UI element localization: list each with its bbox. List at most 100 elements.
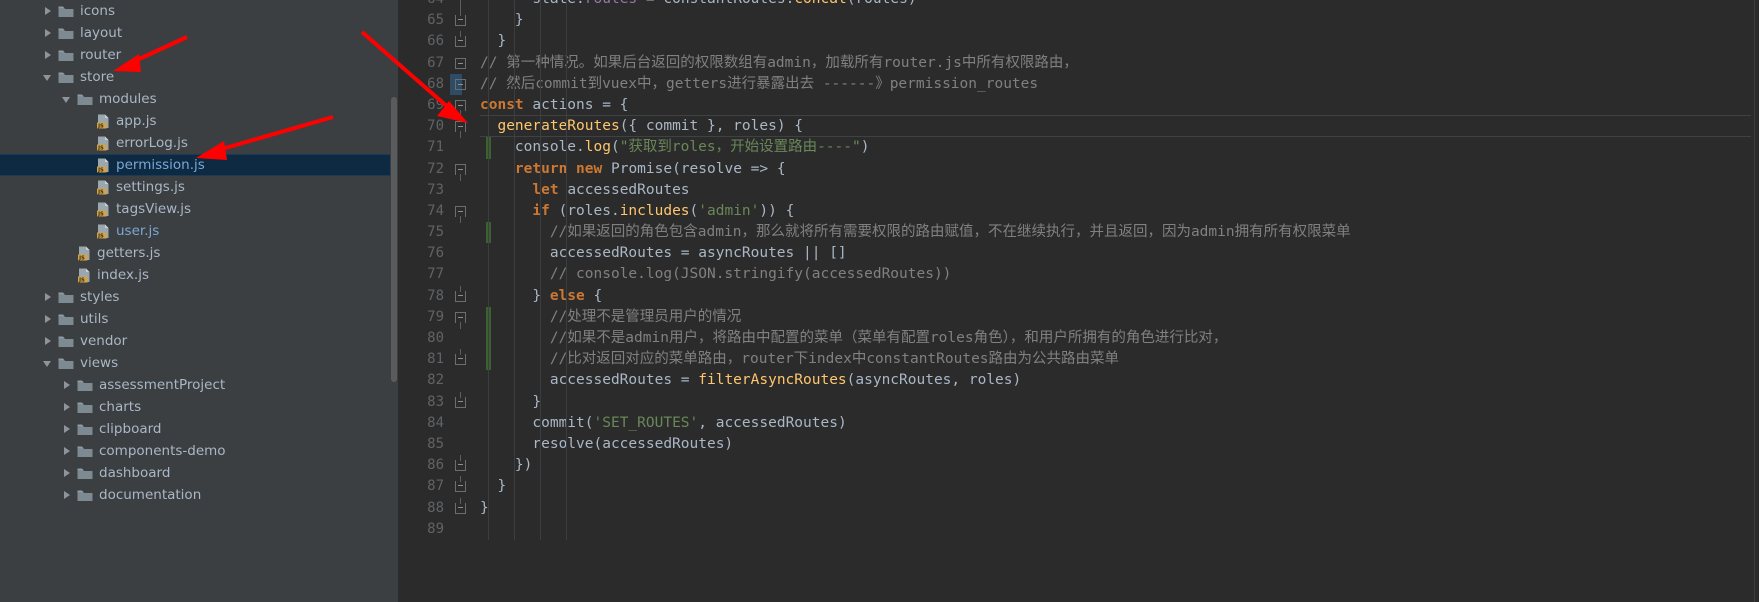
code-line[interactable]: 66 } bbox=[398, 31, 1759, 53]
code-line[interactable]: 67 // 第一种情况。如果后台返回的权限数组有admin，加载所有router.… bbox=[398, 52, 1759, 74]
code-line[interactable]: 68 // 然后commit到vuex中，getters进行暴露出去 ------… bbox=[398, 73, 1759, 95]
gutter-markers[interactable] bbox=[450, 53, 476, 74]
code-fold-toggle-icon[interactable] bbox=[455, 78, 466, 90]
tree-item-documentation[interactable]: documentation bbox=[0, 484, 390, 506]
chevron-down-icon[interactable] bbox=[43, 72, 54, 83]
code-content-area[interactable]: 64 state.routes = constantRoutes.concat(… bbox=[398, 0, 1759, 602]
gutter-markers[interactable] bbox=[450, 201, 476, 223]
tree-item-settings-js[interactable]: JS settings.js bbox=[0, 176, 390, 198]
code-line[interactable]: 64 state.routes = constantRoutes.concat(… bbox=[398, 0, 1759, 11]
code-fold-toggle-icon[interactable] bbox=[455, 460, 466, 472]
gutter-markers[interactable] bbox=[450, 73, 476, 95]
code-line[interactable]: 73 let accessedRoutes bbox=[398, 179, 1759, 201]
chevron-right-icon[interactable] bbox=[62, 402, 73, 413]
code-fold-toggle-icon[interactable] bbox=[455, 481, 466, 493]
gutter-markers[interactable] bbox=[450, 159, 476, 181]
chevron-right-icon[interactable] bbox=[62, 446, 73, 457]
gutter-markers[interactable] bbox=[450, 95, 476, 117]
code-line[interactable]: 88} bbox=[398, 497, 1759, 519]
gutter-markers[interactable] bbox=[450, 434, 476, 455]
chevron-right-icon[interactable] bbox=[62, 490, 73, 501]
gutter-markers[interactable] bbox=[450, 0, 476, 11]
code-line[interactable]: 76 accessedRoutes = asyncRoutes || [] bbox=[398, 243, 1759, 265]
project-file-tree[interactable]: icons layout router store modules JS app.js JS e… bbox=[0, 0, 390, 602]
code-line[interactable]: 72 return new Promise(resolve => { bbox=[398, 158, 1759, 181]
chevron-right-icon[interactable] bbox=[62, 468, 73, 479]
code-fold-toggle-icon[interactable] bbox=[455, 502, 466, 514]
tree-item-user-js[interactable]: JS user.js bbox=[0, 220, 390, 242]
tree-item-components-demo[interactable]: components-demo bbox=[0, 440, 390, 462]
editor-scrollbar-thumb[interactable] bbox=[391, 97, 397, 382]
chevron-right-icon[interactable] bbox=[43, 292, 54, 303]
gutter-markers[interactable] bbox=[450, 116, 476, 139]
code-line[interactable]: 85 resolve(accessedRoutes) bbox=[398, 433, 1759, 456]
chevron-down-icon[interactable] bbox=[62, 94, 73, 105]
gutter-markers[interactable] bbox=[450, 243, 476, 264]
gutter-markers[interactable] bbox=[450, 413, 476, 434]
gutter-markers[interactable] bbox=[450, 10, 476, 31]
code-line[interactable]: 81 //比对返回对应的菜单路由，router下index中constantRo… bbox=[398, 349, 1759, 371]
tree-item-icons[interactable]: icons bbox=[0, 0, 390, 22]
chevron-down-icon[interactable] bbox=[43, 358, 54, 369]
code-line[interactable]: 79 //处理不是管理员用户的情况 bbox=[398, 306, 1759, 329]
tree-item-app-js[interactable]: JS app.js bbox=[0, 110, 390, 132]
code-line[interactable]: 86 }) bbox=[398, 455, 1759, 477]
tree-item-tagsview-js[interactable]: JS tagsView.js bbox=[0, 198, 390, 220]
tree-item-views[interactable]: views bbox=[0, 352, 390, 374]
code-line[interactable]: 65 } bbox=[398, 10, 1759, 32]
code-line[interactable]: 80 //如果不是admin用户，将路由中配置的菜单（菜单有配置roles角色）… bbox=[398, 328, 1759, 350]
tree-item-layout[interactable]: layout bbox=[0, 22, 390, 44]
tree-item-utils[interactable]: utils bbox=[0, 308, 390, 330]
tree-item-router[interactable]: router bbox=[0, 44, 390, 66]
gutter-markers[interactable] bbox=[450, 370, 476, 391]
tree-item-styles[interactable]: styles bbox=[0, 286, 390, 308]
tree-item-vendor[interactable]: vendor bbox=[0, 330, 390, 352]
chevron-right-icon[interactable] bbox=[62, 424, 73, 435]
code-line[interactable]: 87 } bbox=[398, 476, 1759, 498]
gutter-markers[interactable] bbox=[450, 476, 476, 497]
gutter-markers[interactable] bbox=[450, 349, 491, 371]
gutter-markers[interactable] bbox=[450, 328, 491, 350]
code-line[interactable]: 82 accessedRoutes = filterAsyncRoutes(as… bbox=[398, 370, 1759, 392]
chevron-right-icon[interactable] bbox=[43, 336, 54, 347]
gutter-markers[interactable] bbox=[450, 31, 476, 52]
editor-scrollbar-track[interactable] bbox=[390, 0, 398, 602]
tree-item-errorlog-js[interactable]: JS errorLog.js bbox=[0, 132, 390, 154]
gutter-markers[interactable] bbox=[450, 391, 476, 413]
code-line[interactable]: 84 commit('SET_ROUTES', accessedRoutes) bbox=[398, 412, 1759, 434]
tree-item-getters-js[interactable]: JS getters.js bbox=[0, 242, 390, 264]
code-fold-toggle-icon[interactable] bbox=[455, 36, 466, 48]
code-fold-toggle-icon[interactable] bbox=[455, 15, 466, 27]
gutter-markers[interactable] bbox=[450, 264, 476, 285]
code-fold-toggle-icon[interactable] bbox=[455, 57, 466, 69]
chevron-right-icon[interactable] bbox=[43, 28, 54, 39]
code-line[interactable]: 77 // console.log(JSON.stringify(accesse… bbox=[398, 264, 1759, 286]
tree-item-charts[interactable]: charts bbox=[0, 396, 390, 418]
chevron-right-icon[interactable] bbox=[43, 50, 54, 61]
tree-item-dashboard[interactable]: dashboard bbox=[0, 462, 390, 484]
code-line[interactable]: 74 if (roles.includes('admin')) { bbox=[398, 200, 1759, 223]
code-fold-toggle-icon[interactable] bbox=[455, 396, 466, 408]
gutter-markers[interactable] bbox=[450, 519, 476, 540]
tree-item-clipboard[interactable]: clipboard bbox=[0, 418, 390, 440]
chevron-right-icon[interactable] bbox=[43, 6, 54, 17]
code-fold-toggle-icon[interactable] bbox=[455, 354, 466, 366]
tree-item-assessmentproject[interactable]: assessmentProject bbox=[0, 374, 390, 396]
code-line[interactable]: 75 //如果返回的角色包含admin，那么就将所有需要权限的路由赋值，不在继续… bbox=[398, 222, 1759, 244]
gutter-markers[interactable] bbox=[450, 222, 491, 244]
code-editor[interactable]: 64 state.routes = constantRoutes.concat(… bbox=[390, 0, 1759, 602]
tree-item-permission-js[interactable]: JS permission.js bbox=[0, 154, 390, 176]
code-line[interactable]: 69 const actions = { bbox=[398, 94, 1759, 117]
tree-item-index-js[interactable]: JS index.js bbox=[0, 264, 390, 286]
tree-item-store[interactable]: store bbox=[0, 66, 390, 88]
gutter-markers[interactable] bbox=[450, 455, 476, 476]
gutter-markers[interactable] bbox=[450, 306, 491, 329]
code-line[interactable]: 78 } else { bbox=[398, 285, 1759, 307]
code-line[interactable]: 83 } bbox=[398, 391, 1759, 413]
chevron-right-icon[interactable] bbox=[43, 314, 54, 325]
gutter-markers[interactable] bbox=[450, 285, 476, 307]
code-fold-toggle-icon[interactable] bbox=[455, 290, 466, 302]
code-line[interactable]: 71 console.log("获取到roles，开始设置路由----") bbox=[398, 137, 1759, 159]
chevron-right-icon[interactable] bbox=[62, 380, 73, 391]
gutter-markers[interactable] bbox=[450, 180, 476, 201]
